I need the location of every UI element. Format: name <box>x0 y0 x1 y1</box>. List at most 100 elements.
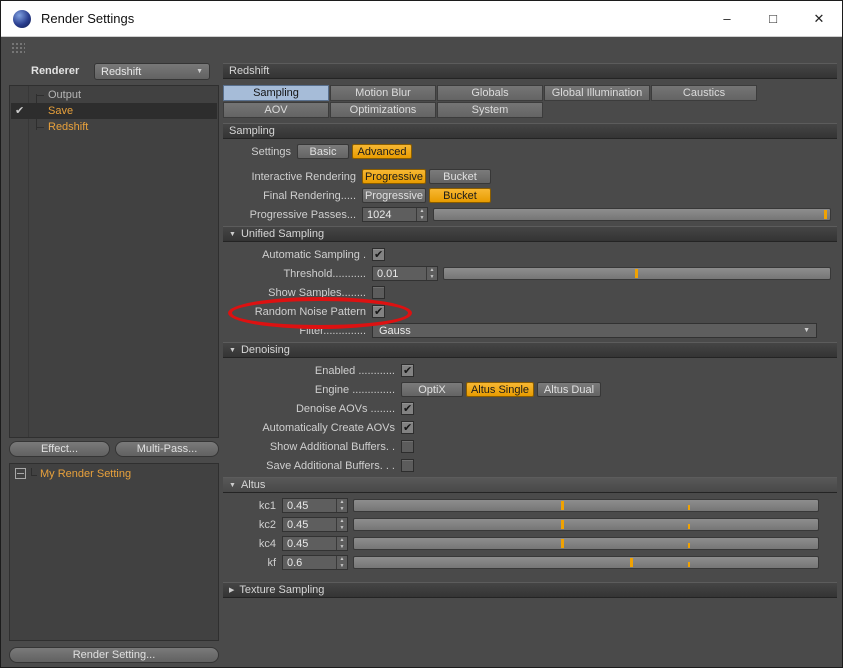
stepper-up-icon[interactable]: ▲ <box>337 556 347 563</box>
stepper[interactable]: ▲ ▼ <box>336 499 347 512</box>
slider-marker[interactable] <box>561 539 564 548</box>
minimize-button[interactable]: – <box>704 1 750 36</box>
multi-pass-button-label: Multi-Pass... <box>137 443 198 455</box>
slider-marker[interactable] <box>630 558 633 567</box>
auto-create-aovs-checkbox[interactable]: ✔ <box>401 421 414 434</box>
tree-elbow-connector <box>31 468 37 476</box>
stepper-up-icon[interactable]: ▲ <box>337 499 347 506</box>
engine-altus-dual-button[interactable]: Altus Dual <box>537 382 601 397</box>
stepper-up-icon[interactable]: ▲ <box>417 208 427 215</box>
kc1-slider[interactable] <box>353 499 819 512</box>
unified-sampling-section-header[interactable]: ▼ Unified Sampling <box>223 226 837 242</box>
kc4-slider[interactable] <box>353 537 819 550</box>
sampling-section-title: Sampling <box>229 125 275 137</box>
save-additional-buffers-checkbox[interactable]: ✔ <box>401 459 414 472</box>
tab-global-illumination[interactable]: Global Illumination <box>544 85 650 101</box>
denoising-section-header[interactable]: ▼ Denoising <box>223 342 837 358</box>
chevron-down-icon: ▼ <box>803 327 810 334</box>
tree-item-output[interactable]: Output <box>11 87 217 103</box>
kc1-value: 0.45 <box>283 499 336 512</box>
kc2-field[interactable]: 0.45 ▲ ▼ <box>282 517 348 532</box>
close-icon: ✕ <box>814 11 825 27</box>
denoise-enabled-checkbox[interactable]: ✔ <box>401 364 414 377</box>
kc4-field[interactable]: 0.45 ▲ ▼ <box>282 536 348 551</box>
kf-field[interactable]: 0.6 ▲ ▼ <box>282 555 348 570</box>
show-samples-checkbox[interactable]: ✔ <box>372 286 385 299</box>
minimize-icon: – <box>723 11 730 26</box>
threshold-field[interactable]: 0.01 ▲ ▼ <box>372 266 438 281</box>
stepper[interactable]: ▲ ▼ <box>336 556 347 569</box>
tab-aov[interactable]: AOV <box>223 102 329 118</box>
renderer-dropdown[interactable]: Redshift ▼ <box>94 63 210 80</box>
random-noise-pattern-checkbox[interactable]: ✔ <box>372 305 385 318</box>
stepper-down-icon[interactable]: ▼ <box>337 506 347 513</box>
tab-caustics[interactable]: Caustics <box>651 85 757 101</box>
interactive-bucket-button[interactable]: Bucket <box>429 169 491 184</box>
denoising-title: Denoising <box>241 344 290 356</box>
check-icon[interactable]: ✔ <box>15 104 24 117</box>
tab-optimizations[interactable]: Optimizations <box>330 102 436 118</box>
automatic-sampling-checkbox[interactable]: ✔ <box>372 248 385 261</box>
tab-globals[interactable]: Globals <box>437 85 543 101</box>
stepper-down-icon[interactable]: ▼ <box>337 525 347 532</box>
engine-altus-single-button[interactable]: Altus Single <box>466 382 534 397</box>
show-additional-buffers-checkbox[interactable]: ✔ <box>401 440 414 453</box>
tab-bar: Sampling Motion Blur Globals Global Illu… <box>223 85 837 118</box>
stepper-down-icon[interactable]: ▼ <box>337 544 347 551</box>
kf-slider[interactable] <box>353 556 819 569</box>
render-setting-button[interactable]: Render Setting... <box>9 647 219 663</box>
engine-optix-button[interactable]: OptiX <box>401 382 463 397</box>
cinema4d-app-icon <box>13 10 31 28</box>
texture-sampling-title: Texture Sampling <box>239 584 324 596</box>
stepper[interactable]: ▲ ▼ <box>426 267 437 280</box>
tab-label: Caustics <box>683 87 725 99</box>
kc1-field[interactable]: 0.45 ▲ ▼ <box>282 498 348 513</box>
renderer-row: Renderer Redshift ▼ <box>9 63 219 81</box>
kf-label: kf <box>229 557 276 569</box>
final-bucket-button[interactable]: Bucket <box>429 188 491 203</box>
interactive-progressive-button[interactable]: Progressive <box>362 169 426 184</box>
slider-tick <box>688 505 690 510</box>
progressive-passes-field[interactable]: 1024 ▲ ▼ <box>362 207 428 222</box>
stepper[interactable]: ▲ ▼ <box>416 208 427 221</box>
kc2-slider[interactable] <box>353 518 819 531</box>
slider-marker[interactable] <box>561 520 564 529</box>
altus-section-header[interactable]: ▼ Altus <box>223 477 837 493</box>
tab-motion-blur[interactable]: Motion Blur <box>330 85 436 101</box>
chevron-down-icon: ▼ <box>196 68 203 75</box>
filter-dropdown[interactable]: Gauss ▼ <box>372 323 817 338</box>
slider-marker[interactable] <box>635 269 638 278</box>
tree-item-redshift[interactable]: Redshift <box>11 119 217 135</box>
stepper-up-icon[interactable]: ▲ <box>337 518 347 525</box>
maximize-button[interactable]: □ <box>750 1 796 36</box>
tab-sampling[interactable]: Sampling <box>223 85 329 101</box>
texture-sampling-section-header[interactable]: ▶ Texture Sampling <box>223 582 837 598</box>
denoise-aovs-checkbox[interactable]: ✔ <box>401 402 414 415</box>
effect-button[interactable]: Effect... <box>9 441 110 457</box>
slider-marker[interactable] <box>561 501 564 510</box>
stepper-up-icon[interactable]: ▲ <box>427 267 437 274</box>
kc2-label: kc2 <box>229 519 276 531</box>
tree-item-save[interactable]: ✔ Save <box>11 103 217 119</box>
settings-advanced-button[interactable]: Advanced <box>352 144 412 159</box>
my-render-setting-item[interactable]: My Render Setting <box>11 465 217 482</box>
stepper[interactable]: ▲ ▼ <box>336 518 347 531</box>
kc2-row: kc2 0.45 ▲ ▼ <box>229 517 819 532</box>
stepper[interactable]: ▲ ▼ <box>336 537 347 550</box>
panel-grip-icon[interactable] <box>11 42 25 53</box>
stepper-down-icon[interactable]: ▼ <box>337 563 347 570</box>
settings-basic-button[interactable]: Basic <box>297 144 349 159</box>
progressive-passes-slider[interactable] <box>433 208 831 221</box>
stepper-up-icon[interactable]: ▲ <box>337 537 347 544</box>
close-button[interactable]: ✕ <box>796 1 842 36</box>
stepper-down-icon[interactable]: ▼ <box>427 274 437 281</box>
multi-pass-button[interactable]: Multi-Pass... <box>115 441 219 457</box>
slider-marker[interactable] <box>824 210 827 219</box>
stepper-down-icon[interactable]: ▼ <box>417 215 427 222</box>
check-icon: ✔ <box>403 421 412 434</box>
tab-label: Global Illumination <box>552 87 643 99</box>
tab-system[interactable]: System <box>437 102 543 118</box>
unified-sampling-title: Unified Sampling <box>241 228 324 240</box>
threshold-slider[interactable] <box>443 267 831 280</box>
final-progressive-button[interactable]: Progressive <box>362 188 426 203</box>
